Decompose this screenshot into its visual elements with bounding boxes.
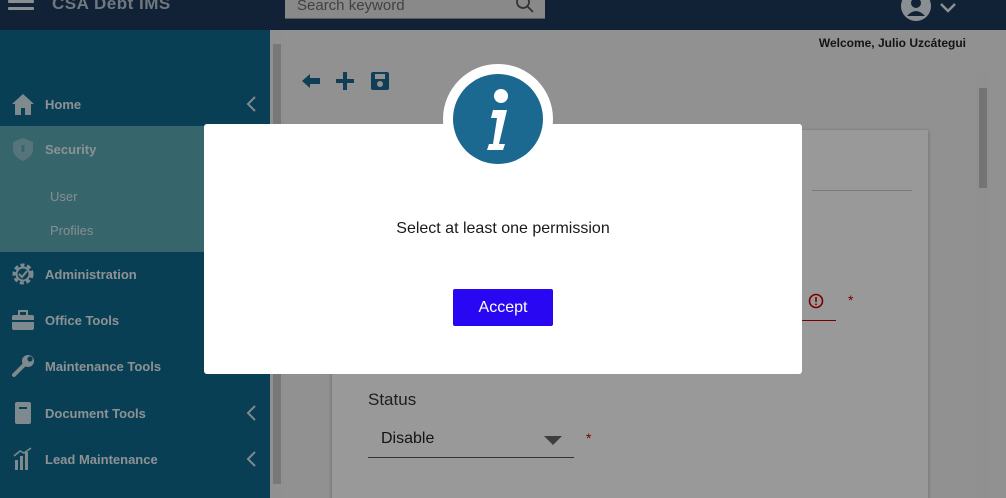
info-icon [453, 74, 543, 164]
dialog-message: Select at least one permission [396, 220, 610, 237]
info-badge [443, 64, 553, 174]
accept-button[interactable]: Accept [453, 289, 553, 326]
